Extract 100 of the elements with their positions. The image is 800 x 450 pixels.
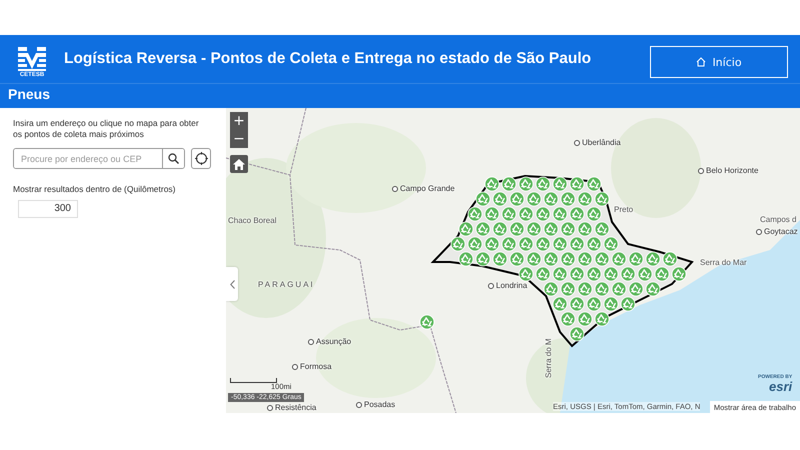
distance-label: Mostrar resultados dentro de (Quilômetros) [13, 184, 177, 194]
recycle-marker-icon[interactable] [544, 222, 558, 236]
home-view-button[interactable] [230, 155, 248, 173]
recycle-marker-icon[interactable] [628, 282, 644, 296]
recycle-marker-icon[interactable] [484, 176, 500, 192]
recycle-marker-icon[interactable] [570, 326, 584, 342]
recycle-marker-icon[interactable] [604, 236, 618, 252]
recycle-marker-icon[interactable] [578, 192, 592, 206]
recycle-marker-icon[interactable] [586, 236, 602, 252]
recycle-marker-icon[interactable] [672, 266, 686, 282]
recycle-marker-icon[interactable] [620, 296, 636, 312]
logo-icon [18, 46, 46, 70]
instruction-text: Insira um endereço ou clique no mapa para obter os pontos de coleta mais próximos [13, 118, 200, 140]
recycle-marker-icon[interactable] [518, 266, 534, 282]
recycle-marker-icon[interactable] [578, 282, 592, 296]
recycle-marker-icon[interactable] [544, 192, 558, 206]
recycle-marker-icon[interactable] [612, 282, 626, 296]
recycle-marker-icon[interactable] [458, 252, 474, 266]
recycle-marker-icon[interactable] [458, 222, 474, 236]
recycle-marker-icon[interactable] [518, 176, 534, 192]
recycle-marker-icon[interactable] [552, 236, 568, 252]
recycle-marker-icon[interactable] [578, 222, 592, 236]
recycle-marker-icon[interactable] [468, 236, 482, 252]
recycle-marker-icon[interactable] [594, 192, 610, 206]
recycle-marker-icon[interactable] [492, 252, 508, 266]
recycle-marker-icon[interactable] [570, 266, 584, 282]
recycle-marker-icon[interactable] [604, 266, 618, 282]
recycle-marker-icon[interactable] [604, 296, 618, 312]
recycle-marker-icon[interactable] [560, 252, 576, 266]
recycle-marker-icon[interactable] [552, 206, 568, 222]
recycle-marker-icon[interactable] [536, 176, 550, 192]
home-button[interactable]: Início [650, 46, 788, 78]
recycle-marker-icon[interactable] [628, 252, 644, 266]
recycle-marker-icon[interactable] [484, 236, 500, 252]
recycle-marker-icon[interactable] [638, 266, 652, 282]
recycle-marker-icon[interactable] [570, 296, 584, 312]
recycle-marker-icon[interactable] [450, 236, 466, 252]
recycle-marker-icon[interactable] [552, 176, 568, 192]
recycle-marker-icon[interactable] [594, 252, 610, 266]
recycle-marker-icon[interactable] [468, 206, 482, 222]
recycle-marker-icon[interactable] [510, 222, 524, 236]
recycle-marker-icon[interactable] [570, 176, 584, 192]
map-label: Resistência [267, 403, 316, 413]
page-title: Logística Reversa - Pontos de Coleta e Entrega no estado de São Paulo [64, 50, 592, 68]
collapse-button[interactable] [226, 267, 238, 301]
recycle-marker-icon[interactable] [552, 266, 568, 282]
map-label: Campo Grande [392, 184, 455, 194]
recycle-marker-icon[interactable] [518, 236, 534, 252]
recycle-marker-icon[interactable] [586, 176, 602, 192]
recycle-marker-icon[interactable] [646, 282, 660, 296]
recycle-marker-icon[interactable] [492, 222, 508, 236]
recycle-marker-icon[interactable] [502, 236, 516, 252]
recycle-marker-icon[interactable] [646, 252, 660, 266]
recycle-marker-icon[interactable] [570, 236, 584, 252]
recycle-marker-icon[interactable] [510, 192, 524, 206]
recycle-marker-icon[interactable] [536, 266, 550, 282]
recycle-marker-icon[interactable] [476, 222, 490, 236]
map-label: Chaco Boreal [228, 216, 276, 226]
search-button[interactable] [162, 149, 184, 168]
recycle-marker-icon[interactable] [560, 192, 576, 206]
recycle-marker-icon[interactable] [536, 236, 550, 252]
recycle-marker-icon[interactable] [476, 192, 490, 206]
recycle-marker-icon[interactable] [502, 176, 516, 192]
map-label: Goytacaz [756, 227, 798, 237]
map-label: Serra do Mar [700, 258, 747, 268]
recycle-marker-icon[interactable] [612, 252, 626, 266]
recycle-marker-icon[interactable] [510, 252, 524, 266]
recycle-marker-icon[interactable] [578, 252, 592, 266]
recycle-marker-icon[interactable] [518, 206, 534, 222]
search-field[interactable]: Procure por endereço ou CEP [13, 148, 185, 169]
recycle-marker-icon[interactable] [570, 206, 584, 222]
recycle-marker-icon[interactable] [586, 296, 602, 312]
recycle-marker-icon[interactable] [594, 312, 610, 326]
recycle-marker-icon[interactable] [560, 312, 576, 326]
recycle-marker-icon[interactable] [544, 252, 558, 266]
recycle-marker-icon[interactable] [526, 222, 542, 236]
recycle-marker-icon[interactable] [484, 206, 500, 222]
recycle-marker-icon[interactable] [526, 252, 542, 266]
recycle-marker-icon[interactable] [544, 282, 558, 296]
locate-button[interactable] [191, 148, 211, 169]
recycle-marker-icon[interactable] [502, 206, 516, 222]
recycle-marker-icon[interactable] [578, 312, 592, 326]
recycle-marker-icon[interactable] [594, 282, 610, 296]
recycle-marker-icon[interactable] [420, 314, 434, 330]
recycle-marker-icon[interactable] [586, 266, 602, 282]
recycle-marker-icon[interactable] [586, 206, 602, 222]
recycle-marker-icon[interactable] [560, 222, 576, 236]
recycle-marker-icon[interactable] [620, 266, 636, 282]
recycle-marker-icon[interactable] [526, 192, 542, 206]
recycle-marker-icon[interactable] [536, 206, 550, 222]
distance-field[interactable]: 300 [18, 200, 78, 218]
recycle-marker-icon[interactable] [560, 282, 576, 296]
recycle-marker-icon[interactable] [552, 296, 568, 312]
map-label: Uberlândia [574, 138, 621, 148]
recycle-marker-icon[interactable] [654, 266, 670, 282]
recycle-marker-icon[interactable] [492, 192, 508, 206]
esri-logo: esri [769, 380, 792, 394]
recycle-marker-icon[interactable] [594, 222, 610, 236]
recycle-marker-icon[interactable] [476, 252, 490, 266]
recycle-marker-icon[interactable] [662, 252, 678, 266]
